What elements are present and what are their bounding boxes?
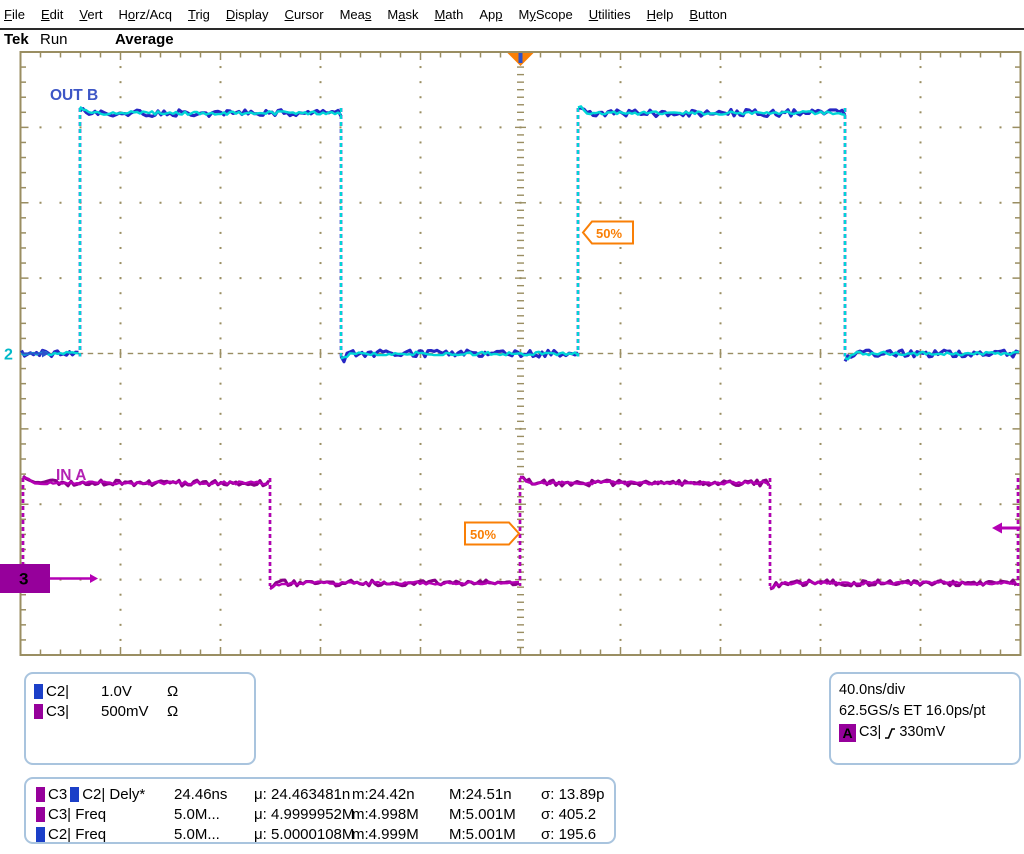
measurement-source: C2| Freq xyxy=(36,826,174,843)
measurement-name-text: C2| Freq xyxy=(48,826,106,843)
menu-horzacq[interactable]: Horz/Acq xyxy=(119,7,172,22)
trigger-level: 330mV xyxy=(899,722,945,743)
measurement-readouts: C3C2| Dely*24.46nsμ: 24.463481nm:24.42nM… xyxy=(24,777,616,844)
measurement-value: 24.46ns xyxy=(174,786,254,803)
channel-row-c3[interactable]: C3|500mVΩ xyxy=(34,701,254,721)
waveform-svg: 2 3 50% 50% OUT B IN A xyxy=(0,45,1024,663)
menu-cursor[interactable]: Cursor xyxy=(285,7,324,22)
measurement-row-1: C3 C2| Dely* 24.46nsμ: 24.463481nm:24.42nM… xyxy=(36,784,614,804)
svg-text:50%: 50% xyxy=(470,527,496,542)
sampling-readout: 62.5GS/s ET 16.0ps/pt xyxy=(839,701,1019,722)
vertical-scale: 500mV xyxy=(101,703,167,720)
measurement-min: m:4.999M xyxy=(352,826,449,843)
menu-meas[interactable]: Meas xyxy=(340,7,372,22)
trigger-readout: A C3| 330mV xyxy=(839,722,1019,743)
svg-text:3: 3 xyxy=(19,570,28,589)
menu-button[interactable]: Button xyxy=(689,7,727,22)
menu-mask[interactable]: Mask xyxy=(387,7,418,22)
timebase-readout: 40.0ns/div xyxy=(839,680,1019,701)
channel-readouts: C2|1.0VΩC3|500mVΩ xyxy=(24,672,256,765)
measurement-max: M:24.51n xyxy=(449,786,541,803)
in-a-label: IN A xyxy=(56,467,86,484)
svg-text:2: 2 xyxy=(4,347,13,364)
measurement-source: C3| Freq xyxy=(36,806,174,823)
measurement-value: 5.0M... xyxy=(174,826,254,843)
measurement-max: M:5.001M xyxy=(449,806,541,823)
out-b-label: OUT B xyxy=(50,87,98,104)
menu-trig[interactable]: Trig xyxy=(188,7,210,22)
measurement-stddev: σ: 13.89p xyxy=(541,786,614,803)
menu-display[interactable]: Display xyxy=(226,7,269,22)
c3-color-swatch xyxy=(36,807,45,822)
menu-file[interactable]: File xyxy=(4,7,25,22)
channel-row-c2[interactable]: C2|1.0VΩ xyxy=(34,681,254,701)
c2-color-swatch xyxy=(36,827,45,842)
measurement-row-2: C3| Freq 5.0M...μ: 4.9999952Mm:4.998MM:5.… xyxy=(36,804,614,824)
horizontal-trigger-readouts: 40.0ns/div 62.5GS/s ET 16.0ps/pt A C3| 3… xyxy=(829,672,1021,765)
menu-myscope[interactable]: MyScope xyxy=(519,7,573,22)
measurement-name-text: C3| Freq xyxy=(48,806,106,823)
menu-bar: File Edit Vert Horz/Acq Trig Display Cursor Mea… xyxy=(0,0,1024,28)
menu-separator xyxy=(0,28,1024,30)
rising-edge-icon xyxy=(884,726,896,740)
c3-color-swatch xyxy=(36,787,45,802)
menu-edit[interactable]: Edit xyxy=(41,7,63,22)
measurement-source: C3 C2| Dely* xyxy=(36,786,174,803)
menu-vert[interactable]: Vert xyxy=(79,7,102,22)
vertical-scale: 1.0V xyxy=(101,683,167,700)
coupling-symbol: Ω xyxy=(167,683,178,700)
measurement-mean: μ: 24.463481n xyxy=(254,786,352,803)
c2-color-swatch xyxy=(70,787,79,802)
channel-label: C3| xyxy=(46,703,101,720)
menu-utilities[interactable]: Utilities xyxy=(589,7,631,22)
measurement-name-text: C2| Dely* xyxy=(82,786,145,803)
measurement-stddev: σ: 405.2 xyxy=(541,806,614,823)
measurement-mean: μ: 5.0000108M xyxy=(254,826,352,843)
trigger-badge: A xyxy=(839,724,856,742)
menu-app[interactable]: App xyxy=(479,7,502,22)
coupling-symbol: Ω xyxy=(167,703,178,720)
measurement-name-text: C3 xyxy=(48,786,67,803)
menu-math[interactable]: Math xyxy=(434,7,463,22)
menu-help[interactable]: Help xyxy=(647,7,674,22)
measurement-row-3: C2| Freq 5.0M...μ: 5.0000108Mm:4.999MM:5.… xyxy=(36,824,614,844)
c2-color-swatch xyxy=(34,684,43,699)
measurement-stddev: σ: 195.6 xyxy=(541,826,614,843)
svg-text:50%: 50% xyxy=(596,226,622,241)
flag-50pct-upper[interactable]: 50% xyxy=(583,222,633,244)
scope-display: 2 3 50% 50% OUT B IN A xyxy=(0,45,1024,663)
measurement-max: M:5.001M xyxy=(449,826,541,843)
measurement-min: m:24.42n xyxy=(352,786,449,803)
flag-50pct-lower[interactable]: 50% xyxy=(465,523,519,545)
measurement-mean: μ: 4.9999952M xyxy=(254,806,352,823)
trigger-source: C3| xyxy=(859,722,881,743)
channel-label: C2| xyxy=(46,683,101,700)
measurement-min: m:4.998M xyxy=(352,806,449,823)
c3-color-swatch xyxy=(34,704,43,719)
measurement-value: 5.0M... xyxy=(174,806,254,823)
